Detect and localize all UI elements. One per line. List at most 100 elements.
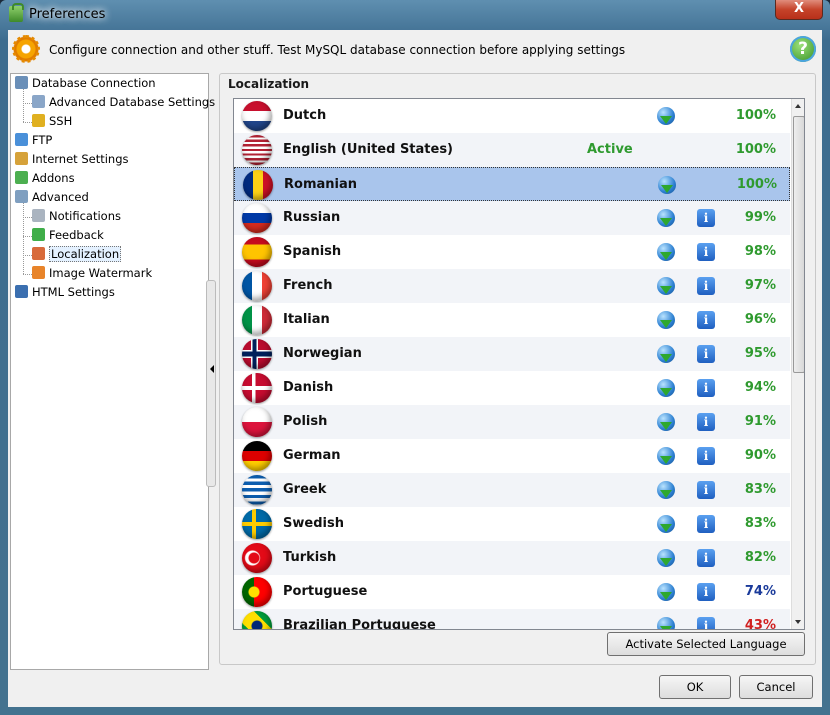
info-icon[interactable]: i xyxy=(697,379,715,397)
translation-percent: 95% xyxy=(744,346,776,361)
ok-button[interactable]: OK xyxy=(659,675,731,699)
language-row[interactable]: German i 90% xyxy=(234,439,790,473)
lock-icon xyxy=(32,114,45,127)
internet-icon xyxy=(15,152,28,165)
info-icon[interactable]: i xyxy=(697,413,715,431)
close-button[interactable]: X xyxy=(775,0,823,20)
language-list[interactable]: Dutch 100% English (United States) Active 10… xyxy=(233,98,805,630)
tree-connector xyxy=(23,122,32,123)
download-icon[interactable] xyxy=(658,176,676,194)
sidebar-item-label: Image Watermark xyxy=(49,266,153,280)
info-icon[interactable]: i xyxy=(697,209,715,227)
activate-language-button[interactable]: Activate Selected Language xyxy=(607,632,805,656)
info-icon[interactable]: i xyxy=(697,311,715,329)
download-icon[interactable] xyxy=(657,243,675,261)
info-icon[interactable]: i xyxy=(697,583,715,601)
sidebar-item-label: Internet Settings xyxy=(32,152,129,166)
language-name: Greek xyxy=(283,482,327,497)
cancel-button[interactable]: Cancel xyxy=(739,675,813,699)
flag-ru-icon xyxy=(242,203,272,233)
sidebar-item-image-watermark[interactable]: Image Watermark xyxy=(32,264,152,283)
language-row[interactable]: Spanish i 98% xyxy=(234,235,790,269)
language-row[interactable]: Romanian 100% xyxy=(234,167,790,201)
language-name: Danish xyxy=(283,380,334,395)
notification-icon xyxy=(32,209,45,222)
download-icon[interactable] xyxy=(657,379,675,397)
language-row[interactable]: Turkish i 82% xyxy=(234,541,790,575)
download-icon[interactable] xyxy=(657,311,675,329)
translation-percent: 100% xyxy=(735,108,776,123)
info-icon[interactable]: i xyxy=(697,481,715,499)
language-row[interactable]: Polish i 91% xyxy=(234,405,790,439)
translation-percent: 100% xyxy=(735,142,776,157)
download-icon[interactable] xyxy=(657,345,675,363)
download-icon[interactable] xyxy=(657,515,675,533)
localization-icon xyxy=(32,247,45,260)
collapse-arrow-icon[interactable] xyxy=(210,365,214,373)
info-icon[interactable]: i xyxy=(697,549,715,567)
help-icon[interactable]: ? xyxy=(790,36,816,62)
gear-icon xyxy=(12,35,40,63)
sidebar-item-localization[interactable]: Localization xyxy=(32,245,122,264)
info-icon[interactable]: i xyxy=(697,243,715,261)
list-scrollbar[interactable] xyxy=(791,99,804,629)
language-row[interactable]: Italian i 96% xyxy=(234,303,790,337)
scroll-up-arrow-icon[interactable] xyxy=(795,104,801,108)
language-row[interactable]: English (United States) Active 100% xyxy=(234,133,790,167)
localization-group: Localization Dutch 100% English (United St… xyxy=(219,73,816,665)
window-title: Preferences xyxy=(29,7,106,22)
download-icon[interactable] xyxy=(657,617,675,629)
sidebar-item-ssh[interactable]: SSH xyxy=(32,112,72,131)
language-row[interactable]: Dutch 100% xyxy=(234,99,790,133)
settings-tree[interactable]: Database Connection Advanced Database Set… xyxy=(10,73,215,670)
dialog-body: Configure connection and other stuff. Te… xyxy=(8,30,822,707)
header-description: Configure connection and other stuff. Te… xyxy=(49,43,626,57)
info-icon[interactable]: i xyxy=(697,447,715,465)
sidebar-item-database-connection[interactable]: Database Connection xyxy=(15,74,156,93)
translation-percent: 97% xyxy=(744,278,776,293)
language-name: Romanian xyxy=(284,177,357,192)
translation-percent: 82% xyxy=(744,550,776,565)
sidebar-item-label: Addons xyxy=(32,171,75,185)
language-row[interactable]: Danish i 94% xyxy=(234,371,790,405)
language-row[interactable]: Norwegian i 95% xyxy=(234,337,790,371)
flag-fr-icon xyxy=(242,271,272,301)
sidebar-item-addons[interactable]: Addons xyxy=(15,169,75,188)
sidebar-item-ftp[interactable]: FTP xyxy=(15,131,52,150)
info-icon[interactable]: i xyxy=(697,277,715,295)
download-icon[interactable] xyxy=(657,447,675,465)
download-icon[interactable] xyxy=(657,413,675,431)
language-row[interactable]: Portuguese i 74% xyxy=(234,575,790,609)
app-icon xyxy=(9,3,24,22)
download-icon[interactable] xyxy=(657,209,675,227)
sidebar-item-label: Advanced Database Settings xyxy=(49,95,216,109)
language-row[interactable]: French i 97% xyxy=(234,269,790,303)
flag-de-icon xyxy=(242,441,272,471)
download-icon[interactable] xyxy=(657,277,675,295)
sidebar-item-feedback[interactable]: Feedback xyxy=(32,226,104,245)
download-icon[interactable] xyxy=(657,107,675,125)
flag-ro-icon xyxy=(243,170,273,200)
info-icon[interactable]: i xyxy=(697,515,715,533)
language-row[interactable]: Greek i 83% xyxy=(234,473,790,507)
sidebar-splitter[interactable] xyxy=(206,280,216,487)
scroll-down-arrow-icon[interactable] xyxy=(795,620,801,624)
sidebar-item-advanced[interactable]: Advanced xyxy=(15,188,89,207)
download-icon[interactable] xyxy=(657,583,675,601)
info-icon[interactable]: i xyxy=(697,345,715,363)
language-row[interactable]: Russian i 99% xyxy=(234,201,790,235)
scroll-thumb[interactable] xyxy=(793,116,804,373)
sidebar-item-advanced-database-settings[interactable]: Advanced Database Settings xyxy=(32,93,215,112)
sidebar-item-html-settings[interactable]: HTML Settings xyxy=(15,283,115,302)
language-row[interactable]: Swedish i 83% xyxy=(234,507,790,541)
flag-br-icon xyxy=(242,611,272,629)
download-icon[interactable] xyxy=(657,481,675,499)
sidebar-item-notifications[interactable]: Notifications xyxy=(32,207,121,226)
download-icon[interactable] xyxy=(657,549,675,567)
language-name: Dutch xyxy=(283,108,327,123)
title-bar[interactable]: Preferences X xyxy=(0,0,830,30)
sidebar-item-internet-settings[interactable]: Internet Settings xyxy=(15,150,129,169)
language-row[interactable]: Brazilian Portuguese i 43% xyxy=(234,609,790,629)
translation-percent: 74% xyxy=(744,584,776,599)
info-icon[interactable]: i xyxy=(697,617,715,629)
